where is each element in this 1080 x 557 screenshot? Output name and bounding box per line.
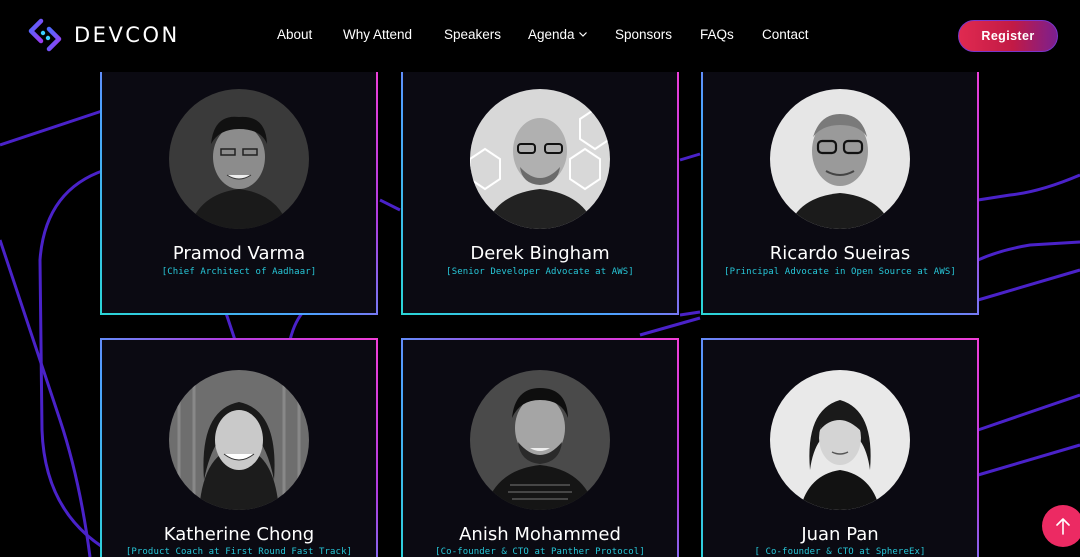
speaker-photo	[169, 370, 309, 510]
speaker-role: [Senior Developer Advocate at AWS]	[446, 267, 634, 277]
nav-about[interactable]: About	[277, 27, 312, 42]
speaker-role: [Principal Advocate in Open Source at AW…	[724, 267, 956, 277]
speaker-name: Anish Mohammed	[459, 524, 621, 545]
speaker-role: [Chief Architect of Aadhaar]	[161, 267, 317, 277]
nav-speakers[interactable]: Speakers	[444, 27, 501, 42]
nav-agenda[interactable]: Agenda	[528, 27, 587, 42]
speaker-photo	[470, 370, 610, 510]
register-button[interactable]: Register	[958, 20, 1058, 52]
nav-contact[interactable]: Contact	[762, 27, 809, 42]
speaker-name: Juan Pan	[801, 524, 879, 545]
speaker-card[interactable]: Katherine Chong [Product Coach at First …	[100, 338, 378, 557]
scroll-to-top-button[interactable]	[1042, 505, 1080, 547]
nav-why-attend[interactable]: Why Attend	[343, 27, 412, 42]
speaker-photo	[470, 89, 610, 229]
speaker-card[interactable]: Ricardo Sueiras [Principal Advocate in O…	[701, 58, 979, 315]
speaker-role: [ Co-founder & CTO at SphereEx]	[754, 547, 926, 557]
speaker-photo	[770, 370, 910, 510]
speaker-name: Pramod Varma	[172, 243, 306, 264]
speaker-role: [Co-founder & CTO at Panther Protocol]	[435, 547, 645, 557]
speaker-card[interactable]: Juan Pan [ Co-founder & CTO at SphereEx]	[701, 338, 979, 557]
navbar: DEVCON About Why Attend Speakers Agenda …	[0, 0, 1080, 72]
nav-agenda-label: Agenda	[528, 27, 575, 42]
speaker-card[interactable]: Pramod Varma [Chief Architect of Aadhaar…	[100, 58, 378, 315]
speaker-photo	[770, 89, 910, 229]
speaker-name: Ricardo Sueiras	[769, 243, 911, 264]
main-menu: About Why Attend Speakers Agenda Sponsor…	[0, 27, 1080, 47]
speaker-card[interactable]: Anish Mohammed [Co-founder & CTO at Pant…	[401, 338, 679, 557]
speaker-card[interactable]: Derek Bingham [Senior Developer Advocate…	[401, 58, 679, 315]
nav-faqs[interactable]: FAQs	[700, 27, 734, 42]
speaker-photo	[169, 89, 309, 229]
speaker-role: [Product Coach at First Round Fast Track…	[125, 547, 353, 557]
arrow-up-icon	[1056, 518, 1070, 535]
chevron-down-icon	[578, 32, 587, 37]
speaker-name: Katherine Chong	[163, 524, 315, 545]
nav-sponsors[interactable]: Sponsors	[615, 27, 672, 42]
speaker-name: Derek Bingham	[470, 243, 610, 264]
